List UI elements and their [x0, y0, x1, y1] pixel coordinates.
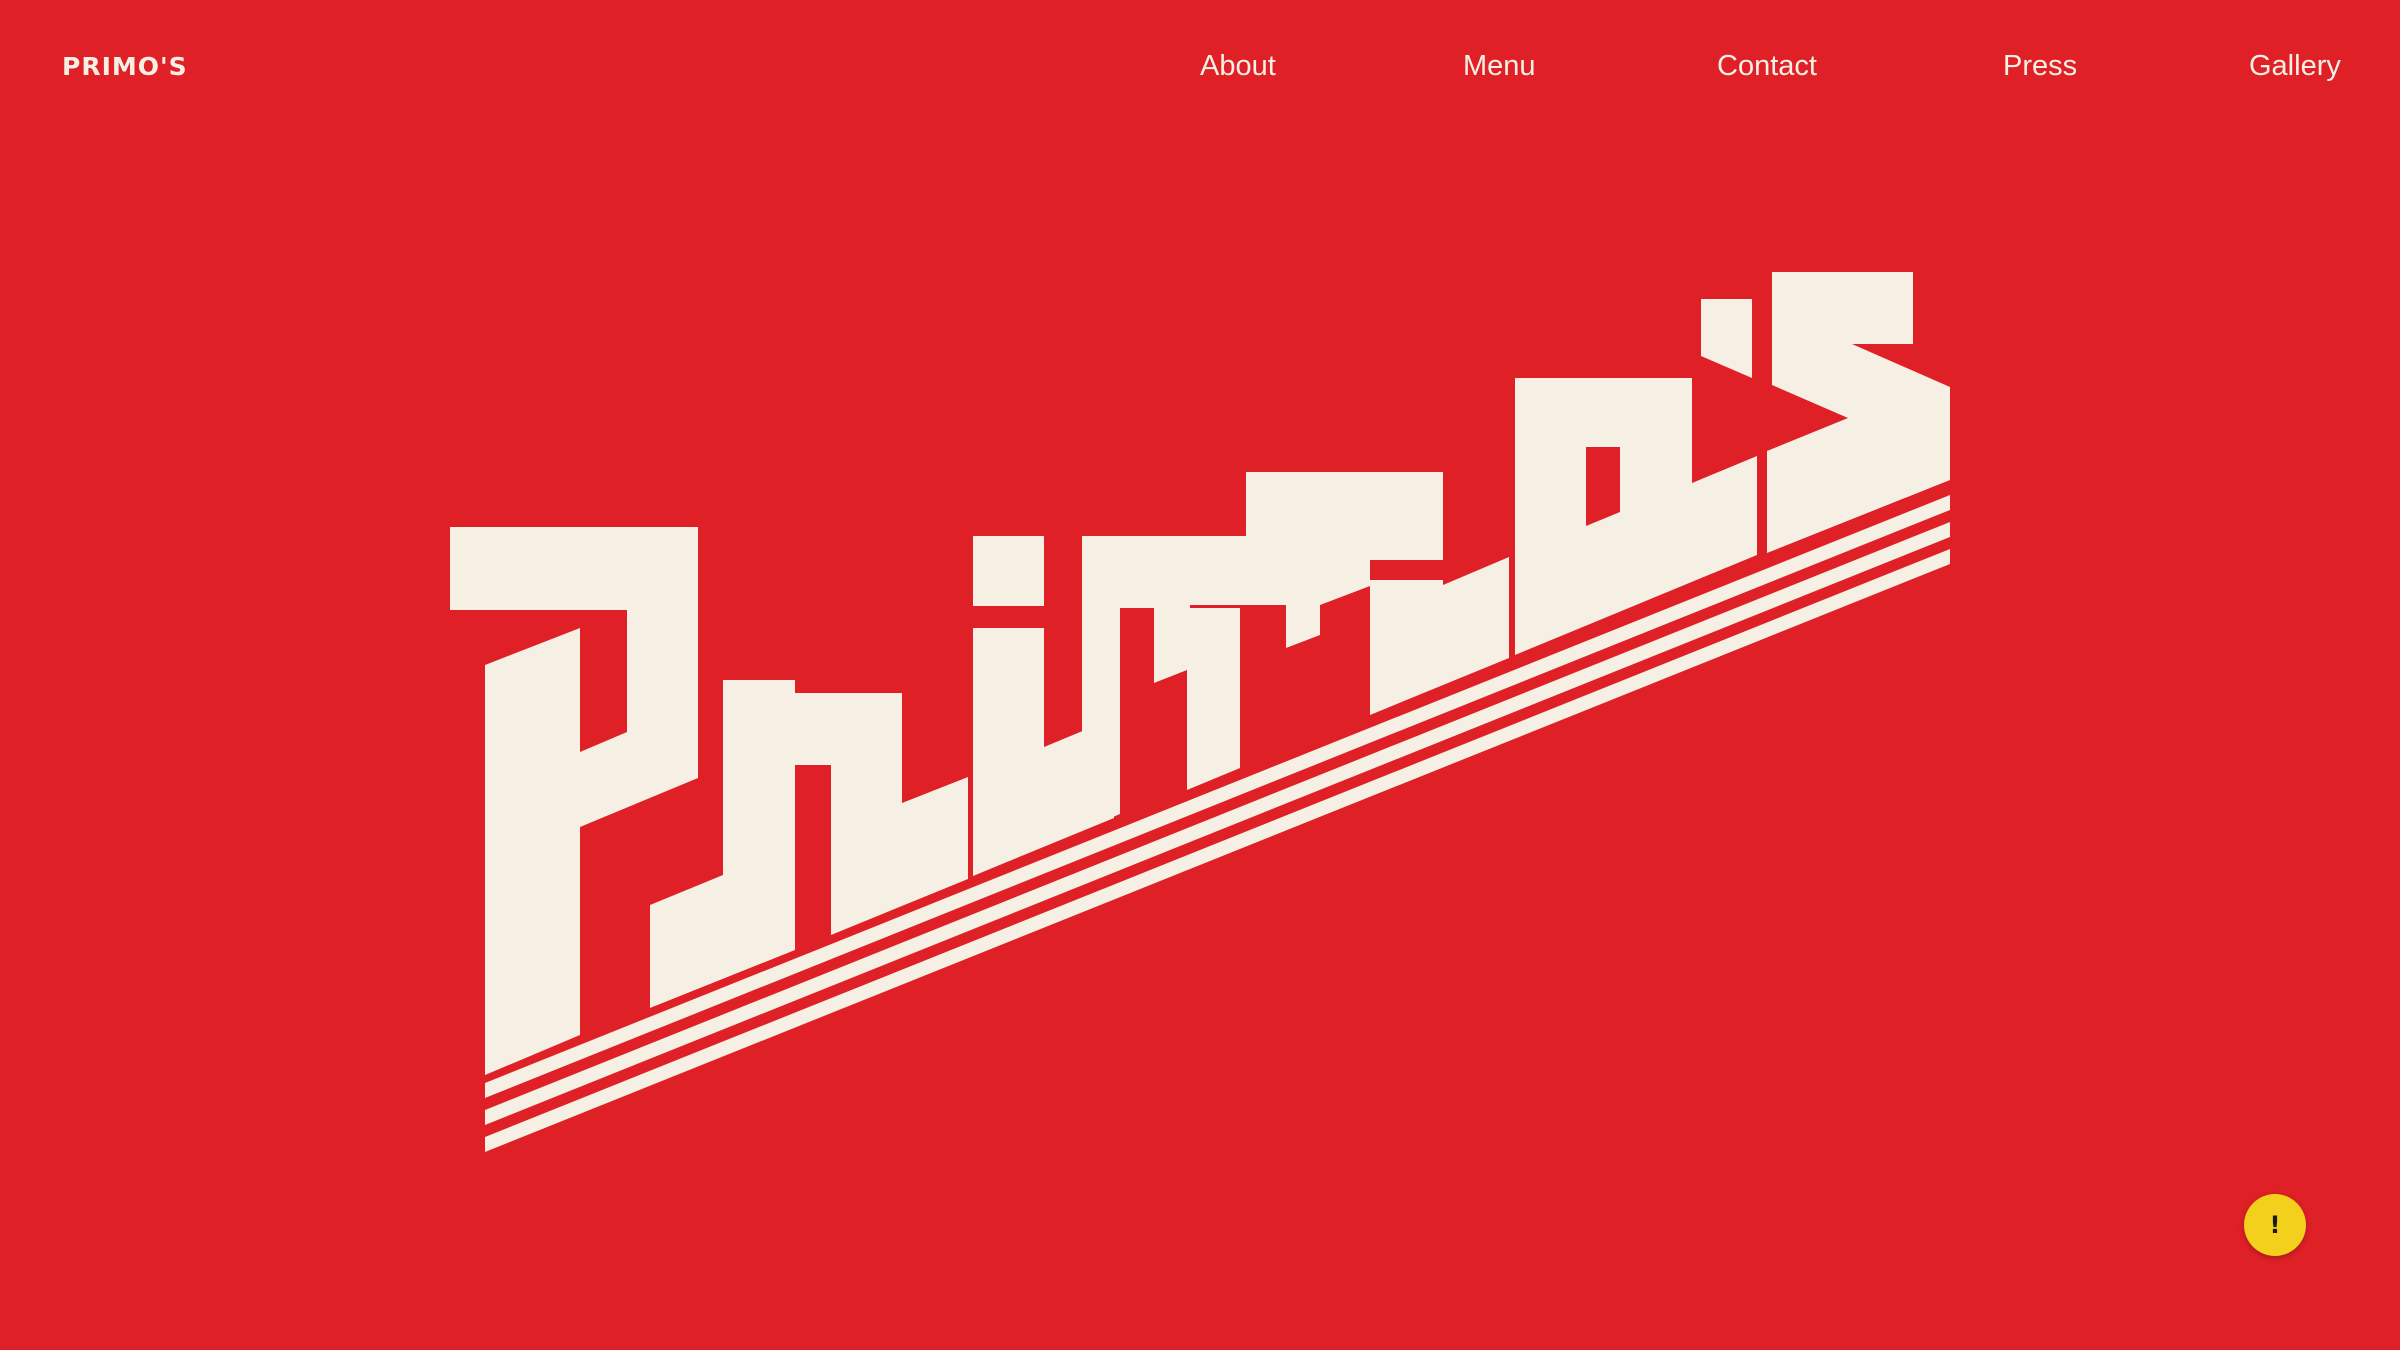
alert-button[interactable]: !	[2244, 1194, 2306, 1256]
exclamation-icon: !	[2269, 1211, 2281, 1239]
logo-apostrophe	[1701, 299, 1752, 378]
logo-letter-i-dot	[973, 536, 1044, 606]
logo-letter-o	[1515, 378, 1757, 655]
logo-letter-m	[1082, 472, 1509, 830]
primos-logo	[0, 0, 2400, 1350]
